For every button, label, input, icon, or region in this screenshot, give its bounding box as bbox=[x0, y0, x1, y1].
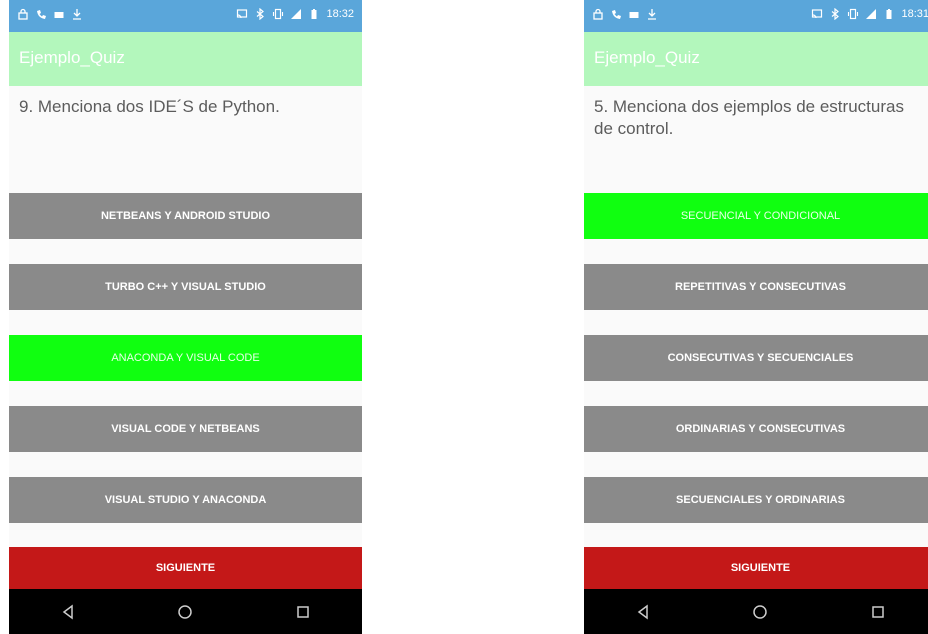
question-text: 5. Menciona dos ejemplos de estructuras … bbox=[594, 97, 904, 138]
navigation-bar bbox=[9, 589, 362, 634]
question-text: 9. Menciona dos IDE´S de Python. bbox=[19, 97, 280, 116]
app-title: Ejemplo_Quiz bbox=[19, 48, 125, 67]
answer-button-3[interactable]: CONSECUTIVAS Y SECUENCIALES bbox=[584, 335, 928, 381]
download-icon bbox=[71, 8, 83, 20]
app-bar: Ejemplo_Quiz bbox=[584, 32, 928, 86]
answer-button-3-selected[interactable]: ANACONDA Y VISUAL CODE bbox=[9, 335, 362, 381]
signal-icon bbox=[865, 8, 877, 20]
answer-button-1[interactable]: NETBEANS Y ANDROID STUDIO bbox=[9, 193, 362, 239]
back-icon[interactable] bbox=[48, 592, 88, 632]
answer-button-2[interactable]: TURBO C++ Y VISUAL STUDIO bbox=[9, 264, 362, 310]
next-button[interactable]: SIGUIENTE bbox=[9, 547, 362, 589]
back-icon[interactable] bbox=[623, 592, 663, 632]
phone-screen-right: 18:31 Ejemplo_Quiz 5. Menciona dos ejemp… bbox=[584, 0, 928, 634]
answer-button-1-selected[interactable]: SECUENCIAL Y CONDICIONAL bbox=[584, 193, 928, 239]
image-icon bbox=[628, 8, 640, 20]
download-icon bbox=[646, 8, 658, 20]
app-title: Ejemplo_Quiz bbox=[594, 48, 700, 67]
image-icon bbox=[53, 8, 65, 20]
answer-button-4[interactable]: ORDINARIAS Y CONSECUTIVAS bbox=[584, 406, 928, 452]
phone-icon bbox=[610, 8, 622, 20]
status-time: 18:32 bbox=[326, 8, 354, 20]
phone-screen-left: 18:32 Ejemplo_Quiz 9. Menciona dos IDE´S… bbox=[9, 0, 362, 634]
recents-icon[interactable] bbox=[858, 592, 898, 632]
answer-button-5[interactable]: SECUENCIALES Y ORDINARIAS bbox=[584, 477, 928, 523]
bluetooth-icon bbox=[829, 8, 841, 20]
home-icon[interactable] bbox=[740, 592, 780, 632]
battery-icon bbox=[308, 8, 320, 20]
phone-icon bbox=[35, 8, 47, 20]
battery-icon bbox=[883, 8, 895, 20]
cast-icon bbox=[236, 8, 248, 20]
answer-button-5[interactable]: VISUAL STUDIO Y ANACONDA bbox=[9, 477, 362, 523]
bluetooth-icon bbox=[254, 8, 266, 20]
answer-button-4[interactable]: VISUAL CODE Y NETBEANS bbox=[9, 406, 362, 452]
status-bar: 18:32 bbox=[9, 0, 362, 32]
navigation-bar bbox=[584, 589, 928, 634]
answer-button-2[interactable]: REPETITIVAS Y CONSECUTIVAS bbox=[584, 264, 928, 310]
lock-icon bbox=[17, 8, 29, 20]
lock-icon bbox=[592, 8, 604, 20]
status-bar: 18:31 bbox=[584, 0, 928, 32]
recents-icon[interactable] bbox=[283, 592, 323, 632]
app-bar: Ejemplo_Quiz bbox=[9, 32, 362, 86]
signal-icon bbox=[290, 8, 302, 20]
home-icon[interactable] bbox=[165, 592, 205, 632]
vibrate-icon bbox=[272, 8, 284, 20]
vibrate-icon bbox=[847, 8, 859, 20]
status-time: 18:31 bbox=[901, 8, 928, 20]
next-button[interactable]: SIGUIENTE bbox=[584, 547, 928, 589]
cast-icon bbox=[811, 8, 823, 20]
